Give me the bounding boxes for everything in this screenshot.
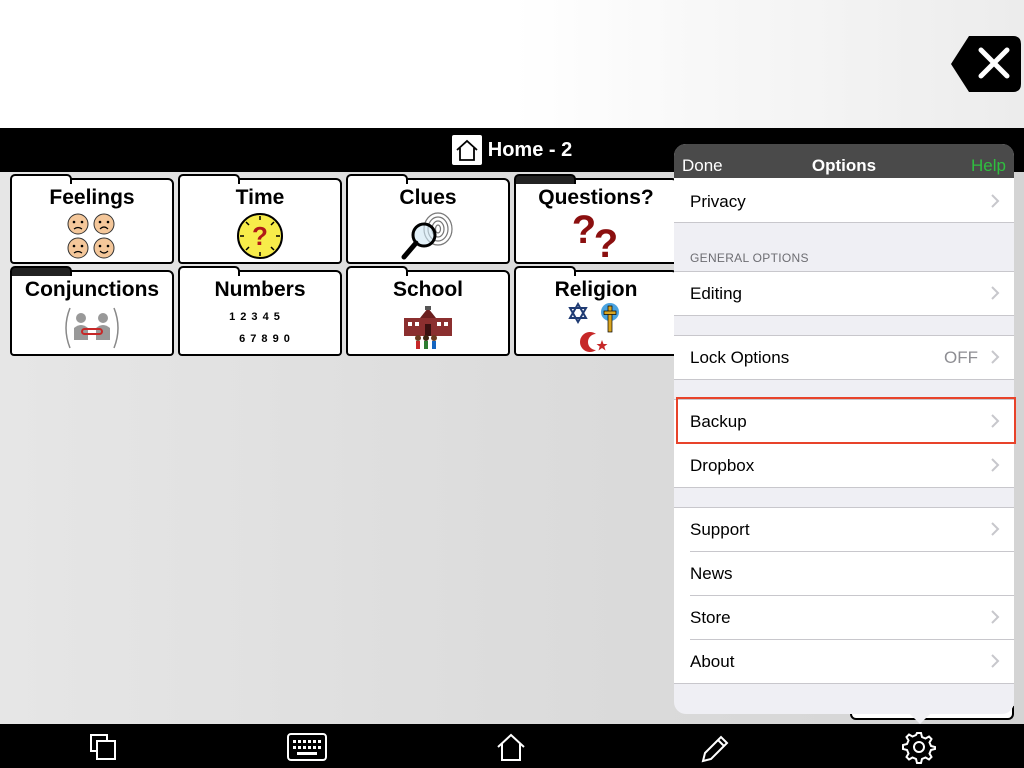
divider (674, 222, 1014, 223)
tile-label: Time (235, 186, 285, 209)
svg-text:?: ? (252, 221, 268, 251)
home-icon[interactable] (494, 730, 528, 764)
row-editing[interactable]: Editing (674, 272, 1014, 316)
row-label: Backup (690, 412, 747, 431)
row-label: News (690, 564, 733, 583)
question-marks-icon: ? ? (516, 211, 676, 261)
lock-options-value: OFF (944, 348, 978, 367)
tile-religion[interactable]: Religion (514, 266, 678, 356)
row-label: Lock Options (690, 348, 790, 367)
chevron-right-icon (991, 414, 1000, 428)
tile-feelings[interactable]: Feelings (10, 174, 174, 264)
copy-icon[interactable] (86, 730, 120, 764)
row-label: About (690, 652, 735, 671)
tile-label: Conjunctions (24, 278, 160, 301)
divider (674, 379, 1014, 380)
row-label: Dropbox (690, 456, 755, 475)
chevron-right-icon (991, 286, 1000, 300)
tile-label: Clues (399, 186, 457, 209)
help-button[interactable]: Help (971, 156, 1006, 176)
tile-label: Numbers (214, 278, 306, 301)
tile-conjunctions[interactable]: Conjunctions (10, 266, 174, 356)
row-about[interactable]: About (674, 640, 1014, 684)
gear-icon[interactable] (902, 730, 936, 764)
tile-label: School (392, 278, 463, 301)
chevron-right-icon (991, 458, 1000, 472)
divider (674, 315, 1014, 316)
row-label: Store (690, 608, 731, 627)
clock-question-icon: ? (180, 212, 340, 260)
magnifier-fingerprint-icon (348, 212, 508, 260)
tile-clues[interactable]: Clues (346, 174, 510, 264)
school-building-icon (348, 304, 508, 352)
pencil-icon[interactable] (698, 730, 732, 764)
chevron-right-icon (991, 654, 1000, 668)
divider (674, 683, 1014, 684)
delete-x-icon (951, 36, 1021, 92)
row-backup[interactable]: Backup (674, 400, 1014, 444)
svg-text:?: ? (594, 222, 618, 261)
chevron-right-icon (991, 350, 1000, 364)
general-options-header: GENERAL OPTIONS (690, 251, 809, 265)
options-title: Options (811, 156, 877, 175)
row-privacy-top-fill (674, 178, 1014, 190)
tile-label: Feelings (49, 186, 135, 209)
tile-school[interactable]: School (346, 266, 510, 356)
chevron-right-icon (991, 610, 1000, 624)
row-news[interactable]: News (674, 552, 1014, 596)
chevron-right-icon (991, 522, 1000, 536)
delete-button[interactable] (951, 36, 1021, 92)
numbers-icon: 1 2 3 4 5 6 7 8 9 0 (229, 311, 291, 345)
svg-text:?: ? (572, 211, 596, 252)
linked-people-icon (12, 304, 172, 352)
tile-label: Questions? (538, 186, 654, 209)
tile-time[interactable]: Time ? (178, 174, 342, 264)
board-title: Home - 2 (487, 138, 573, 161)
home-icon (451, 135, 482, 165)
row-label: Support (690, 520, 750, 539)
row-label: Editing (690, 284, 742, 303)
row-store[interactable]: Store (674, 596, 1014, 640)
message-bar[interactable] (0, 0, 1024, 128)
chevron-right-icon (991, 194, 1000, 208)
tile-questions[interactable]: Questions? ? ? (514, 174, 678, 264)
row-label: Privacy (690, 192, 746, 211)
keyboard-icon[interactable] (287, 730, 327, 764)
options-popover: Done Options Help Privacy GENERAL OPTION… (674, 144, 1014, 714)
row-support[interactable]: Support (674, 508, 1014, 552)
faces-icon (12, 212, 172, 260)
tile-label: Religion (554, 278, 638, 301)
tile-numbers[interactable]: Numbers 1 2 3 4 5 6 7 8 9 0 (178, 266, 342, 356)
row-dropbox[interactable]: Dropbox (674, 444, 1014, 488)
divider (674, 487, 1014, 488)
row-lock-options[interactable]: Lock Options OFF (674, 336, 1014, 380)
religion-symbols-icon (516, 302, 676, 352)
bottom-toolbar (0, 724, 1024, 768)
done-button[interactable]: Done (682, 156, 723, 176)
